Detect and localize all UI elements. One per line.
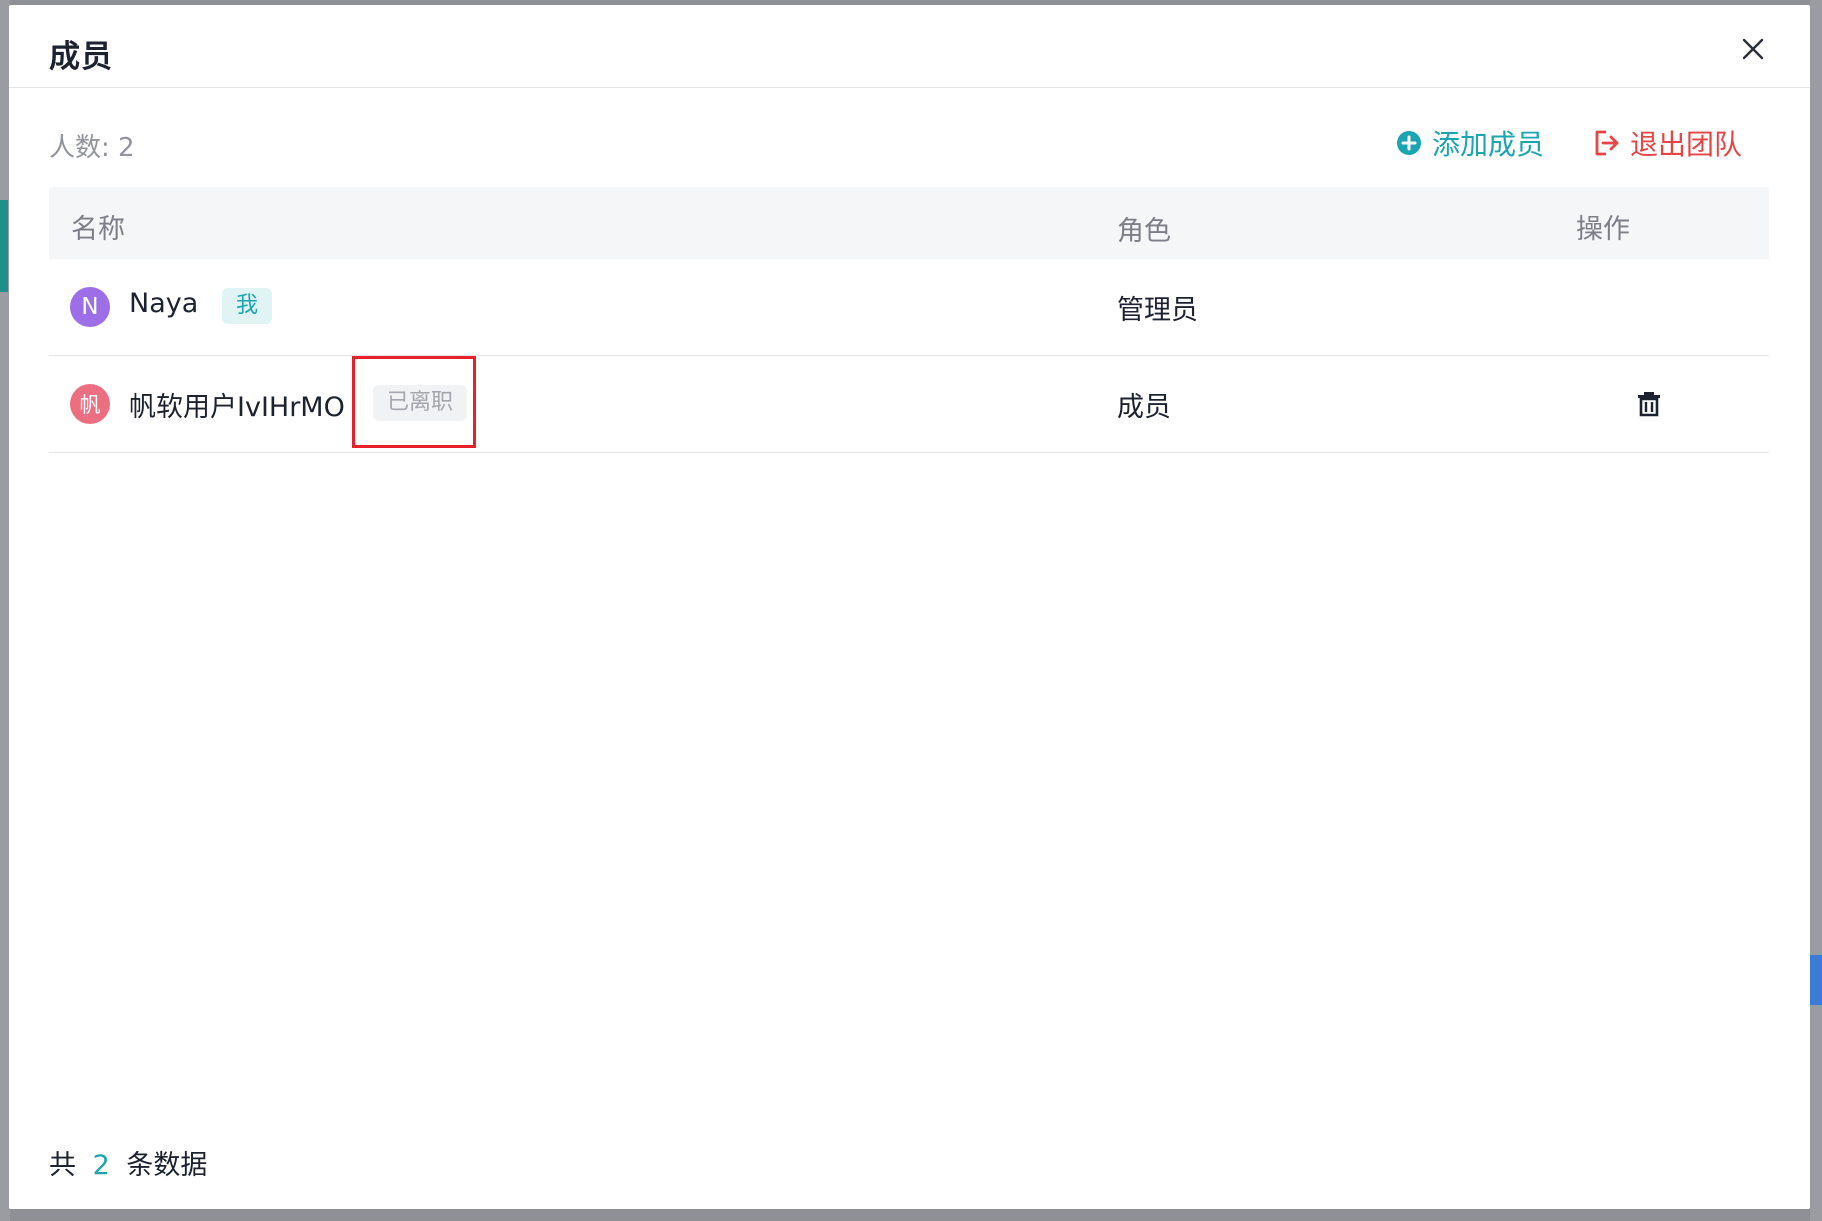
summary-prefix: 共 (49, 1150, 76, 1181)
add-member-button[interactable]: 添加成员 (1396, 123, 1544, 163)
add-member-label: 添加成员 (1432, 128, 1545, 161)
trash-icon (1638, 392, 1660, 417)
exit-team-label: 退出团队 (1630, 128, 1743, 161)
logout-icon (1595, 130, 1619, 156)
column-header-actions: 操作 (1576, 214, 1630, 245)
summary-total: 2 (92, 1150, 110, 1181)
member-name: Naya (129, 288, 199, 319)
column-header-name: 名称 (71, 214, 125, 245)
pagination-summary: 共 2 条数据 (49, 1143, 207, 1182)
table-row: N Naya 我 管理员 (49, 259, 1769, 356)
members-dialog: 成员 人数: 2 添加成员 退出团队 名称 角色 操作 N Naya 我 管理员… (9, 5, 1810, 1209)
member-role: 成员 (1117, 392, 1171, 423)
member-role: 管理员 (1117, 295, 1198, 326)
avatar: 帆 (70, 384, 110, 424)
summary-suffix: 条数据 (126, 1150, 208, 1181)
background-page-right (1810, 0, 1822, 1221)
dialog-title: 成员 (49, 39, 113, 75)
member-count: 人数: 2 (49, 133, 135, 163)
column-header-role: 角色 (1117, 216, 1171, 247)
close-button[interactable] (1735, 31, 1771, 67)
member-name: 帆软用户IvIHrMO (129, 392, 345, 423)
table-row: 帆 帆软用户IvIHrMO 已离职 成员 (49, 356, 1769, 453)
close-icon (1742, 38, 1764, 60)
self-badge: 我 (222, 288, 273, 324)
members-table: 名称 角色 操作 N Naya 我 管理员 帆 帆软用户IvIHrMO 已离职 … (49, 187, 1769, 453)
table-header: 名称 角色 操作 (49, 187, 1769, 259)
delete-member-button[interactable] (1634, 389, 1664, 419)
background-blue-strip (1810, 955, 1822, 1005)
exit-team-button[interactable]: 退出团队 (1594, 123, 1742, 163)
plus-circle-icon (1397, 131, 1421, 155)
dialog-header: 成员 (9, 5, 1810, 88)
annotation-highlight-box (352, 356, 476, 448)
avatar: N (70, 287, 110, 327)
background-accent-strip (0, 200, 8, 292)
